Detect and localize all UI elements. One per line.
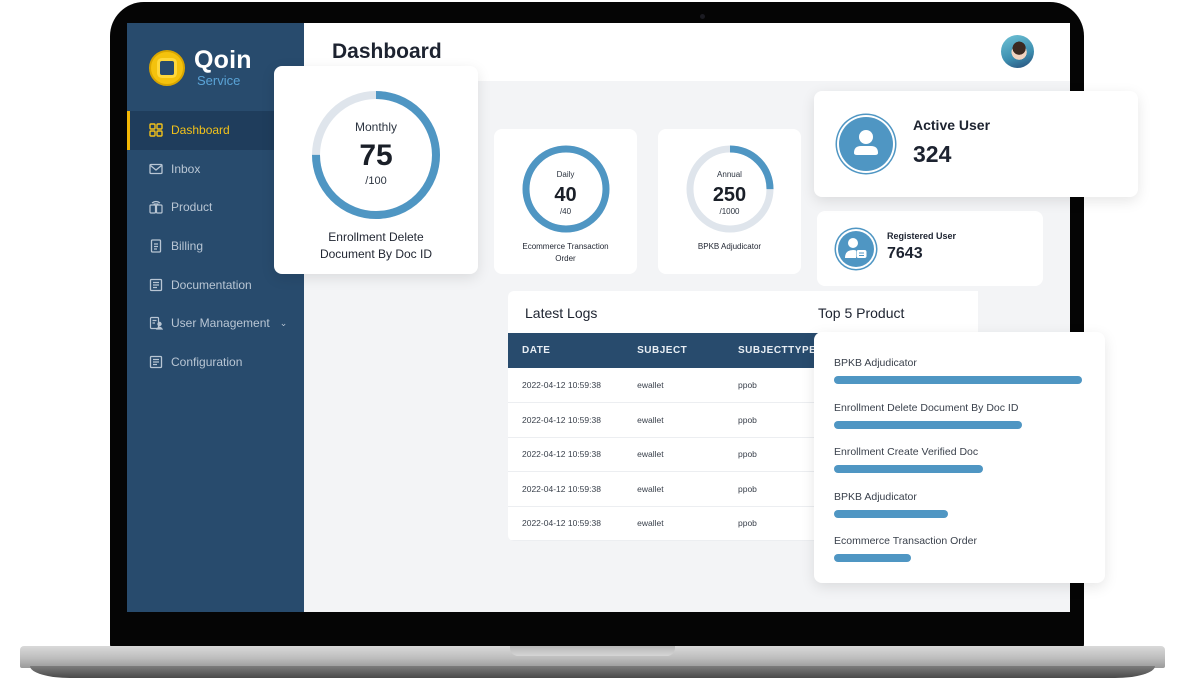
gauge-value: 250 [712, 184, 747, 206]
product-name: Enrollment Create Verified Doc [834, 446, 979, 458]
registered-user-label: Registered User [887, 231, 957, 241]
sidebar-item-configuration[interactable]: Configuration [127, 343, 304, 382]
grid-icon [149, 123, 163, 137]
gauge-period: Annual [717, 170, 742, 179]
gauge-label: Ecommerce Transaction [522, 242, 609, 251]
sidebar-item-label: User Management [171, 316, 270, 331]
product-name: BPKB Adjudicator [834, 490, 917, 503]
sidebar-item-label: Inbox [171, 161, 201, 176]
qoin-logo-icon [149, 49, 185, 86]
receipt-icon [149, 239, 163, 253]
gauge-card-monthly[interactable]: Monthly 75 /100 Enrollment Delete Docume… [274, 66, 478, 274]
cell-date: 2022-04-12 10:59:38 [508, 506, 624, 541]
product-share-bar [834, 509, 949, 518]
gauge-card-daily[interactable]: Daily 40 /40 Ecommerce Transaction Order [494, 129, 637, 274]
chevron-down-icon[interactable]: ⌄ [280, 318, 288, 329]
column-header-subjecttype[interactable]: SUBJECTTYPE [723, 333, 828, 368]
column-header-subject[interactable]: SUBJECT [623, 333, 724, 368]
logo[interactable]: Qoin Service [149, 48, 252, 87]
camera [700, 14, 705, 19]
gauge-total: /1000 [719, 207, 740, 216]
cell-subject: ewallet [623, 471, 724, 507]
product-share-bar [834, 465, 983, 473]
cell-date: 2022-04-12 10:59:38 [508, 402, 624, 438]
cell-subject: ewallet [623, 368, 724, 403]
sidebar-item-user-management[interactable]: User Management ⌄ [127, 304, 304, 343]
gauge-total: /40 [559, 207, 572, 216]
product-name: BPKB Adjudicator [834, 357, 917, 369]
cell-date: 2022-04-12 10:59:38 [508, 437, 624, 472]
sidebar-item-label: Billing [171, 239, 204, 254]
gauge-total: /100 [365, 175, 387, 187]
gauge-value: 75 [359, 139, 393, 172]
latest-logs-title: Latest Logs [525, 305, 598, 321]
cell-subject: ewallet [623, 402, 724, 438]
product-name: Enrollment Delete Document By Doc ID [834, 401, 1019, 414]
registered-user-card[interactable]: Registered User 7643 [817, 211, 1043, 286]
cell-date: 2022-04-12 10:59:38 [508, 368, 624, 403]
cell-subjecttype: ppob [723, 471, 828, 507]
gauge-period: Daily [556, 170, 575, 179]
cell-subjecttype: ppob [723, 437, 828, 472]
box-icon [149, 200, 163, 215]
logo-title: Qoin [194, 46, 252, 74]
gauge-value: 40 [554, 184, 577, 206]
gauge-label: Document By Doc ID [319, 247, 433, 262]
sidebar-item-label: Product [171, 200, 213, 215]
registered-user-value: 7643 [887, 245, 923, 262]
gauge-label: Enrollment Delete [328, 230, 424, 244]
laptop-base-bottom [30, 666, 1155, 678]
active-user-icon [839, 117, 893, 171]
cell-subjecttype: ppob [723, 402, 828, 438]
product-share-bar [834, 554, 911, 562]
active-user-value: 324 [913, 141, 952, 167]
logo-subtitle: Service [197, 73, 241, 88]
column-header-date[interactable]: DATE [508, 333, 624, 368]
top-products-card: BPKB Adjudicator Enrollment Delete Docume… [814, 332, 1105, 583]
document-icon [149, 278, 163, 292]
top-products-title: Top 5 Product [818, 305, 905, 321]
registered-user-icon [838, 231, 874, 267]
sidebar-item-label: Documentation [171, 277, 252, 292]
mail-icon [149, 162, 163, 176]
cell-subjecttype: ppob [723, 506, 828, 541]
cell-subjecttype: ppob [723, 368, 828, 403]
product-name: Ecommerce Transaction Order [834, 535, 977, 547]
cell-subject: ewallet [623, 437, 724, 472]
active-user-card[interactable]: Active User 324 [814, 91, 1138, 197]
sidebar-item-label: Dashboard [171, 123, 230, 138]
laptop-notch [510, 646, 675, 656]
user-doc-icon [149, 316, 163, 330]
gauge-card-annual[interactable]: Annual 250 /1000 BPKB Adjudicator [658, 129, 801, 274]
gauge-label: Order [555, 254, 576, 263]
gauge-period: Monthly [354, 120, 398, 134]
product-share-bar [834, 420, 1023, 429]
sidebar-item-label: Configuration [171, 354, 243, 369]
gauge-label: BPKB Adjudicator [697, 242, 762, 251]
document-icon [149, 355, 163, 369]
cell-subject: ewallet [623, 506, 724, 541]
cell-date: 2022-04-12 10:59:38 [508, 471, 624, 507]
product-share-bar [834, 376, 1082, 384]
active-user-label: Active User [913, 117, 991, 133]
